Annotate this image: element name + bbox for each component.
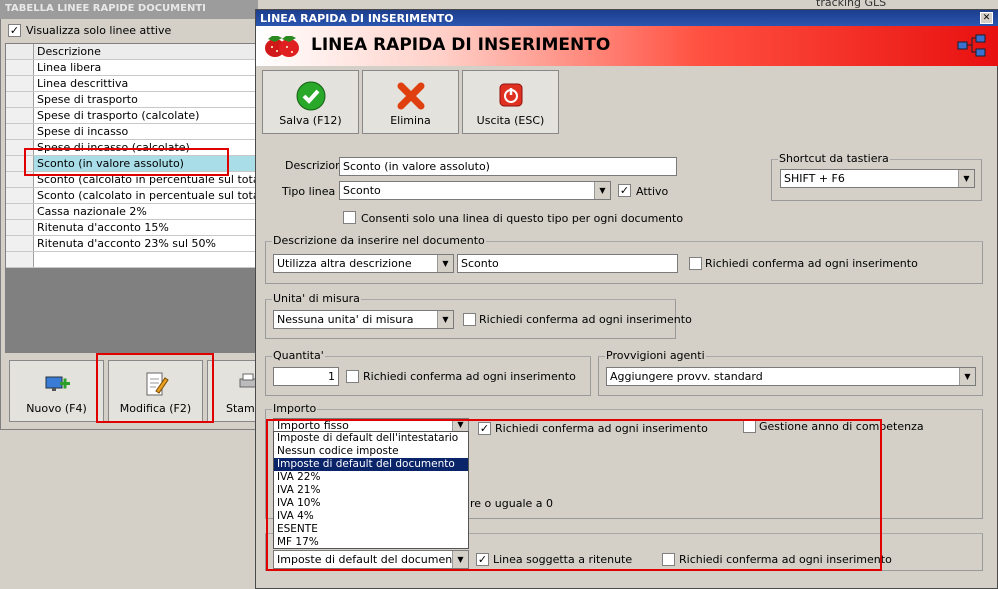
provv-select-value: Aggiungere provv. standard [610, 370, 763, 383]
row-description [34, 252, 259, 267]
table-row-empty [6, 252, 259, 268]
save-button[interactable]: Salva (F12) [262, 70, 359, 134]
highlight-imposte-area [266, 419, 882, 571]
table-row[interactable]: Ritenuta d'acconto 23% sul 50% [6, 236, 259, 252]
new-button-label: Nuovo (F4) [26, 402, 87, 415]
row-description: Ritenuta d'acconto 15% [37, 221, 169, 234]
desc-doc-group-title: Descrizione da inserire nel documento [272, 234, 486, 247]
qta-richiedi-label: Richiedi conferma ad ogni inserimento [363, 370, 576, 383]
only-active-checkbox[interactable]: ✓ [8, 24, 21, 37]
um-select-value: Nessuna unita' di misura [277, 313, 414, 326]
dialog-header-title: LINEA RAPIDA DI INSERIMENTO [311, 35, 611, 55]
row-indicator [6, 236, 34, 251]
table-row[interactable]: Spese di trasporto (calcolate) [6, 108, 259, 124]
table-row[interactable]: Sconto (calcolato in percentuale sul tot… [6, 188, 259, 204]
um-select[interactable]: Nessuna unita' di misura ▼ [273, 310, 454, 329]
row-indicator [6, 92, 34, 107]
strawberry-icon [262, 32, 302, 63]
network-icon[interactable] [957, 34, 987, 61]
row-description: Ritenuta d'acconto 23% sul 50% [37, 237, 217, 250]
um-richiedi-label: Richiedi conferma ad ogni inserimento [479, 313, 692, 326]
table-row[interactable]: Linea descrittiva [6, 76, 259, 92]
row-description: Linea descrittiva [37, 77, 129, 90]
bg-far-right-text: tracking GLS [816, 0, 887, 9]
chevron-down-icon[interactable]: ▼ [958, 170, 974, 187]
chevron-down-icon[interactable]: ▼ [437, 255, 453, 272]
shortcut-group-title: Shortcut da tastiera [778, 152, 890, 165]
desc-doc-input[interactable]: Sconto [457, 254, 678, 273]
table-row[interactable]: Spese di trasporto [6, 92, 259, 108]
highlight-selected-row [24, 148, 229, 176]
provv-select[interactable]: Aggiungere provv. standard ▼ [606, 367, 976, 386]
descrizione-input[interactable]: Sconto (in valore assoluto) [339, 157, 677, 176]
check-icon [296, 81, 326, 114]
row-description: Spese di incasso [37, 125, 129, 138]
exit-button-label: Uscita (ESC) [476, 114, 545, 127]
row-indicator [6, 220, 34, 235]
row-description: Spese di trasporto (calcolate) [37, 109, 200, 122]
attivo-label: Attivo [636, 185, 669, 198]
row-description: Linea libera [37, 61, 102, 74]
row-description: Spese di trasporto [37, 93, 138, 106]
lines-grid: Descrizione Linea libera Linea descrittiv… [5, 43, 259, 353]
add-monitor-icon [43, 371, 71, 398]
qta-richiedi-checkbox[interactable] [346, 370, 359, 386]
attivo-checkbox[interactable]: ✓ [618, 184, 631, 197]
grid-header: Descrizione [6, 44, 259, 60]
row-indicator [6, 204, 34, 219]
row-description: Cassa nazionale 2% [37, 205, 147, 218]
dialog-title-bar: LINEA RAPIDA DI INSERIMENTO [256, 10, 998, 26]
delete-x-icon [396, 81, 426, 114]
shortcut-select[interactable]: SHIFT + F6 ▼ [780, 169, 975, 188]
new-button[interactable]: Nuovo (F4) [9, 360, 104, 422]
consenti-checkbox[interactable] [343, 211, 356, 227]
shortcut-value: SHIFT + F6 [784, 172, 845, 185]
importo-group-title: Importo [272, 402, 318, 415]
row-indicator [6, 124, 34, 139]
close-icon[interactable]: ✕ [980, 12, 993, 24]
tipo-linea-select[interactable]: Sconto ▼ [339, 181, 611, 200]
tipo-linea-value: Sconto [343, 184, 381, 197]
delete-button-label: Elimina [390, 114, 431, 127]
table-row[interactable]: Cassa nazionale 2% [6, 204, 259, 220]
table-row[interactable]: Ritenuta d'acconto 15% [6, 220, 259, 236]
desc-doc-richiedi-label: Richiedi conferma ad ogni inserimento [705, 257, 918, 270]
qta-input[interactable]: 1 [273, 367, 339, 386]
qta-group-title: Quantita' [272, 349, 325, 362]
row-indicator [6, 188, 34, 203]
um-richiedi-checkbox[interactable] [463, 313, 476, 329]
desc-doc-select-value: Utilizza altra descrizione [277, 257, 412, 270]
row-indicator [6, 60, 34, 75]
highlight-edit-button [96, 353, 214, 423]
background-window-title: TABELLA LINEE RAPIDE DOCUMENTI [0, 0, 258, 19]
provv-group-title: Provvigioni agenti [605, 349, 706, 362]
chevron-down-icon[interactable]: ▼ [594, 182, 610, 199]
only-active-label: Visualizza solo linee attive [26, 24, 172, 37]
chevron-down-icon[interactable]: ▼ [959, 368, 975, 385]
desc-doc-richiedi-checkbox[interactable] [689, 257, 702, 273]
row-indicator [6, 76, 34, 91]
save-button-label: Salva (F12) [279, 114, 342, 127]
chevron-down-icon[interactable]: ▼ [437, 311, 453, 328]
tipo-linea-label: Tipo linea : [282, 185, 343, 198]
table-row[interactable]: Spese di incasso [6, 124, 259, 140]
desc-doc-select[interactable]: Utilizza altra descrizione ▼ [273, 254, 454, 273]
exit-button[interactable]: Uscita (ESC) [462, 70, 559, 134]
um-group-title: Unita' di misura [272, 292, 361, 305]
row-description: Sconto (calcolato in percentuale sul tot… [37, 189, 259, 202]
row-indicator [6, 108, 34, 123]
dialog-header: LINEA RAPIDA DI INSERIMENTO [256, 26, 998, 66]
delete-button[interactable]: Elimina [362, 70, 459, 134]
table-row[interactable]: Linea libera [6, 60, 259, 76]
power-icon [497, 81, 525, 112]
row-indicator [6, 252, 34, 267]
column-header-descrizione[interactable]: Descrizione [34, 44, 259, 59]
consenti-label: Consenti solo una linea di questo tipo p… [361, 212, 684, 225]
